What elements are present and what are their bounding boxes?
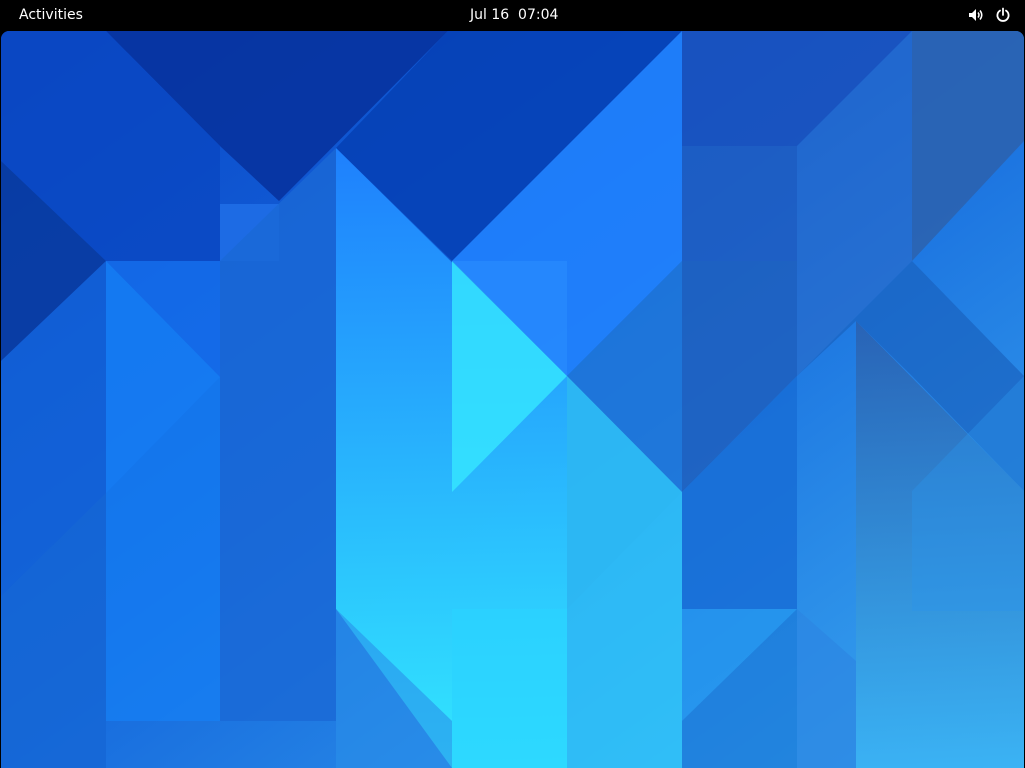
system-menu-button[interactable] [962,4,1017,26]
top-bar: Activities Jul 16 07:04 [0,0,1025,30]
activities-button[interactable]: Activities [8,4,94,26]
date-time-button[interactable]: Jul 16 07:04 [455,4,573,26]
wallpaper-graphic [1,31,1024,768]
volume-icon [968,7,984,23]
power-icon [995,7,1011,23]
desktop-wallpaper [1,31,1024,768]
